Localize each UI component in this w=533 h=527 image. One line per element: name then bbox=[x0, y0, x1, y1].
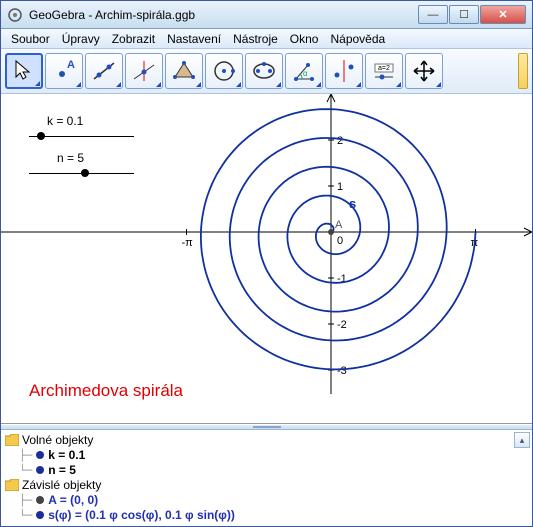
toolbar-help-strip[interactable] bbox=[518, 53, 528, 89]
tool-move[interactable] bbox=[5, 53, 43, 89]
obj-n[interactable]: n = 5 bbox=[48, 463, 76, 477]
menu-soubor[interactable]: Soubor bbox=[5, 30, 56, 48]
algebra-view[interactable]: ▴ Volné objekty ├─k = 0.1 └─n = 5 Závisl… bbox=[1, 430, 532, 526]
svg-text:-3: -3 bbox=[337, 365, 347, 377]
svg-text:α: α bbox=[303, 69, 308, 78]
svg-text:2: 2 bbox=[337, 135, 343, 147]
folder-dep[interactable]: Závislé objekty bbox=[5, 478, 528, 492]
minimize-button[interactable]: — bbox=[418, 5, 448, 24]
obj-A[interactable]: A = (0, 0) bbox=[48, 493, 98, 507]
window-title: GeoGebra - Archim-spirála.ggb bbox=[29, 8, 417, 22]
bullet-A[interactable] bbox=[36, 496, 44, 504]
obj-k[interactable]: k = 0.1 bbox=[48, 448, 85, 462]
menu-upravy[interactable]: Úpravy bbox=[56, 30, 106, 48]
svg-text:0: 0 bbox=[337, 235, 343, 247]
obj-s[interactable]: s(φ) = (0.1 φ cos(φ), 0.1 φ sin(φ)) bbox=[48, 508, 235, 522]
tool-line[interactable] bbox=[85, 53, 123, 89]
tool-circle[interactable] bbox=[205, 53, 243, 89]
tool-slider[interactable]: a=2 bbox=[365, 53, 403, 89]
svg-text:a=2: a=2 bbox=[378, 65, 390, 72]
svg-text:A: A bbox=[67, 59, 75, 71]
menu-okno[interactable]: Okno bbox=[284, 30, 325, 48]
svg-text:s: s bbox=[349, 196, 356, 211]
slider-n-label: n = 5 bbox=[57, 151, 134, 165]
svg-text:-2: -2 bbox=[337, 319, 347, 331]
tool-conic[interactable] bbox=[245, 53, 283, 89]
bullet-n[interactable] bbox=[36, 466, 44, 474]
tool-point[interactable]: A bbox=[45, 53, 83, 89]
tool-polygon[interactable] bbox=[165, 53, 203, 89]
menu-zobrazit[interactable]: Zobrazit bbox=[106, 30, 161, 48]
menu-napoveda[interactable]: Nápověda bbox=[324, 30, 391, 48]
scroll-up-button[interactable]: ▴ bbox=[514, 432, 530, 448]
tool-perpendicular[interactable] bbox=[125, 53, 163, 89]
svg-text:-π: -π bbox=[181, 237, 193, 249]
slider-k-label: k = 0.1 bbox=[47, 114, 134, 128]
bullet-k[interactable] bbox=[36, 451, 44, 459]
svg-text:A: A bbox=[335, 219, 343, 231]
tool-angle[interactable]: α bbox=[285, 53, 323, 89]
tool-reflect[interactable] bbox=[325, 53, 363, 89]
maximize-button[interactable]: ☐ bbox=[449, 5, 479, 24]
slider-n[interactable] bbox=[29, 173, 134, 174]
graphics-view[interactable]: -3-2-112-ππA0s k = 0.1 n = 5 Archimedova… bbox=[1, 94, 532, 424]
toolbar: A α a=2 bbox=[1, 49, 532, 94]
folder-free-label: Volné objekty bbox=[22, 433, 93, 447]
close-button[interactable]: ✕ bbox=[480, 5, 526, 24]
tool-move-view[interactable] bbox=[405, 53, 443, 89]
menu-nastroje[interactable]: Nástroje bbox=[227, 30, 284, 48]
bullet-s[interactable] bbox=[36, 511, 44, 519]
folder-free[interactable]: Volné objekty bbox=[5, 433, 528, 447]
app-icon bbox=[7, 7, 23, 23]
folder-dep-label: Závislé objekty bbox=[22, 478, 101, 492]
menu-nastaveni[interactable]: Nastavení bbox=[161, 30, 227, 48]
titlebar: GeoGebra - Archim-spirála.ggb — ☐ ✕ bbox=[1, 1, 532, 29]
plot-title: Archimedova spirála bbox=[29, 381, 183, 401]
svg-text:1: 1 bbox=[337, 181, 343, 193]
slider-k[interactable] bbox=[29, 136, 134, 137]
menubar: Soubor Úpravy Zobrazit Nastavení Nástroj… bbox=[1, 29, 532, 49]
